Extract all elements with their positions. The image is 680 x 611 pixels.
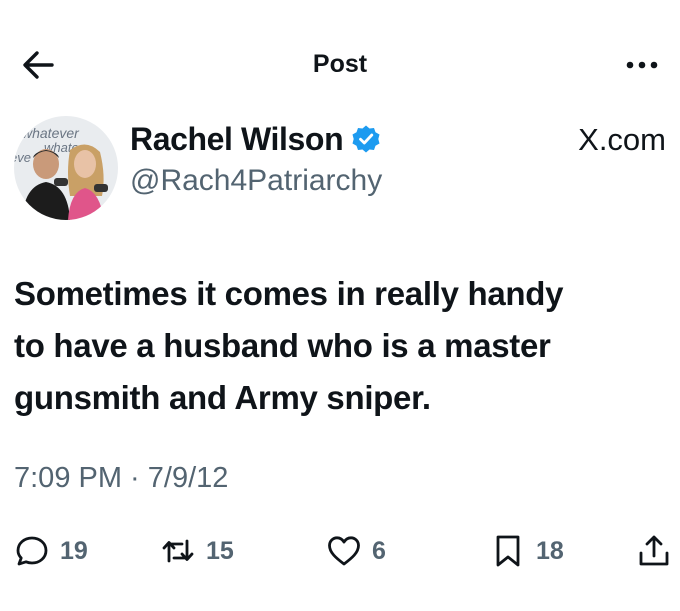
avatar-backdrop-text: whatever: [22, 125, 80, 141]
page-title: Post: [312, 50, 368, 78]
repost-count: 15: [206, 536, 234, 565]
author-handle[interactable]: @Rach4Patriarchy: [130, 164, 382, 198]
reply-button[interactable]: 19: [14, 528, 88, 574]
header: Post: [0, 0, 680, 110]
avatar[interactable]: whatever whate eve: [14, 116, 118, 220]
bookmark-icon: [496, 535, 520, 567]
avatar-image: whatever whate eve: [14, 116, 118, 220]
tweet-text: Sometimes it comes in really handy to ha…: [14, 268, 664, 424]
display-name[interactable]: Rachel Wilson: [130, 121, 344, 158]
bookmark-button[interactable]: 18: [490, 528, 564, 574]
tweet-line: Sometimes it comes in really handy: [14, 275, 564, 312]
repost-icon: [162, 539, 194, 563]
more-horizontal-icon: [626, 61, 658, 69]
tweet-line: gunsmith and Army sniper.: [14, 379, 431, 416]
post-page: Post whatever whate eve Ra: [0, 0, 680, 611]
action-bar: 19 15 6 18: [0, 528, 680, 574]
share-button[interactable]: [636, 528, 672, 574]
repost-button[interactable]: 15: [160, 528, 234, 574]
heart-icon: [328, 536, 360, 566]
source-label: X.com: [578, 122, 666, 157]
like-button[interactable]: 6: [326, 528, 386, 574]
more-button[interactable]: [622, 50, 662, 80]
author-name-row[interactable]: Rachel Wilson: [130, 118, 381, 160]
reply-icon: [16, 536, 48, 566]
svg-text:eve: eve: [14, 150, 31, 165]
bookmark-count: 18: [536, 536, 564, 565]
timestamp[interactable]: 7:09 PM · 7/9/12: [14, 462, 228, 495]
tweet-line: to have a husband who is a master: [14, 327, 551, 364]
like-count: 6: [372, 536, 386, 565]
share-icon: [639, 535, 669, 566]
reply-count: 19: [60, 536, 88, 565]
verified-badge-icon: [352, 125, 380, 153]
